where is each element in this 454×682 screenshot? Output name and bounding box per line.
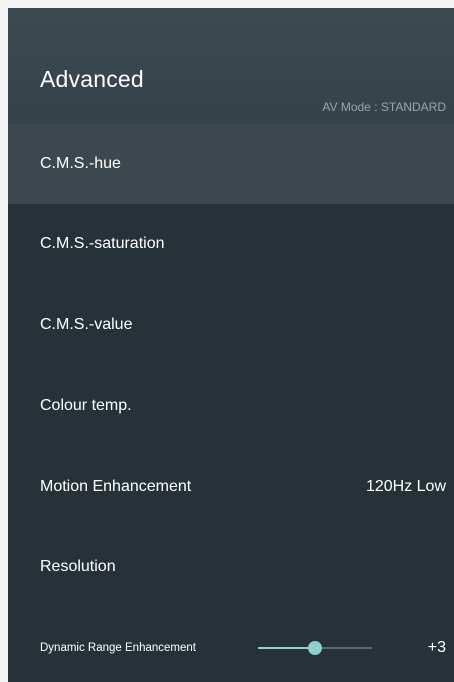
menu-item-label: C.M.S.-saturation (40, 235, 165, 252)
menu-item-cms-saturation[interactable]: C.M.S.-saturation (8, 204, 454, 284)
menu-item-colour-temp[interactable]: Colour temp. (8, 366, 454, 446)
panel-header: Advanced AV Mode : STANDARD (8, 8, 454, 127)
slider-fill (258, 647, 315, 649)
menu-item-label: Colour temp. (40, 397, 132, 414)
advanced-settings-panel: Advanced AV Mode : STANDARD C.M.S.-hue C… (8, 8, 454, 682)
menu-item-cms-value[interactable]: C.M.S.-value (8, 285, 454, 365)
menu-item-resolution[interactable]: Resolution (8, 527, 454, 607)
av-mode-indicator: AV Mode : STANDARD (322, 100, 446, 114)
menu-item-label: C.M.S.-hue (40, 155, 121, 172)
dynamic-range-slider[interactable] (258, 641, 372, 655)
menu-item-label: C.M.S.-value (40, 316, 133, 333)
menu-item-label: Motion Enhancement (40, 478, 192, 495)
menu-item-motion-enhancement[interactable]: Motion Enhancement 120Hz Low (8, 447, 454, 527)
menu-item-cms-hue[interactable]: C.M.S.-hue (8, 124, 454, 204)
menu-item-dynamic-range-enhancement[interactable]: Dynamic Range Enhancement +3 (8, 608, 454, 682)
menu-item-label: Resolution (40, 558, 116, 575)
page-title: Advanced (40, 66, 144, 92)
motion-enhancement-value: 120Hz Low (365, 478, 446, 495)
slider-knob[interactable] (308, 641, 322, 655)
dynamic-range-value: +3 (427, 639, 446, 656)
menu-item-label: Dynamic Range Enhancement (40, 642, 196, 654)
